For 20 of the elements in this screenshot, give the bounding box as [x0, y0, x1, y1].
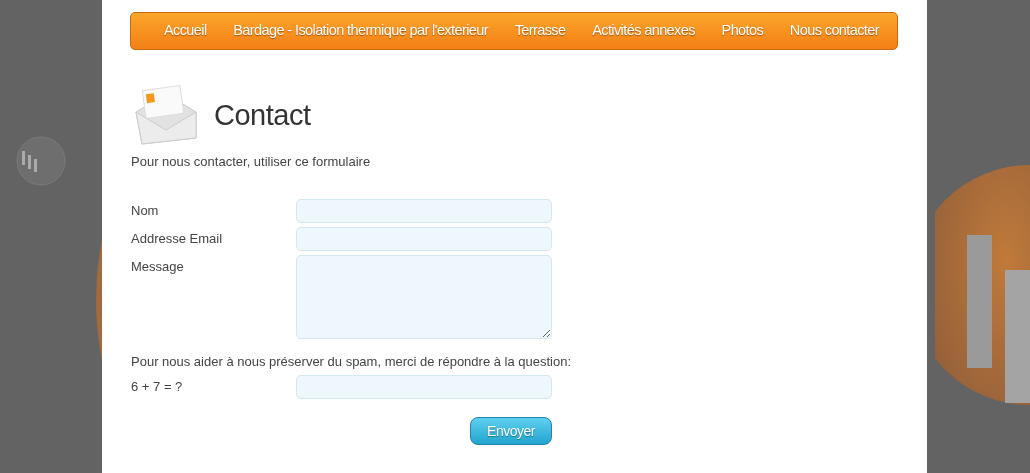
- field-label: Message: [131, 258, 185, 276]
- submit-button[interactable]: Envoyer: [470, 417, 552, 445]
- captcha-field[interactable]: [296, 375, 552, 399]
- captcha-label: 6 + 7 = ?: [131, 378, 184, 396]
- page-title: Contact: [214, 98, 311, 132]
- logo-circle-icon: [16, 136, 66, 186]
- email-field[interactable]: [296, 227, 552, 251]
- nav-link[interactable]: Activités annexes: [592, 22, 695, 40]
- name-field[interactable]: [296, 199, 552, 223]
- envelope-icon: [134, 84, 198, 146]
- message-field[interactable]: [296, 255, 552, 339]
- nav-link[interactable]: Photos: [721, 22, 764, 40]
- spam-note: Pour nous aider à nous préserver du spam, merci de répondre à la question:: [131, 353, 572, 370]
- nav-link[interactable]: Accueil: [164, 22, 207, 40]
- field-label: Nom: [131, 202, 160, 220]
- nav-link[interactable]: Bardage - Isolation thermique par l'exterieur: [233, 22, 488, 40]
- field-label: Addresse Email: [131, 230, 224, 248]
- nav-link[interactable]: Nous contacter: [789, 22, 879, 40]
- intro-text: Pour nous contacter, utiliser ce formulaire: [131, 154, 372, 169]
- nav-link[interactable]: Terrasse: [514, 22, 566, 40]
